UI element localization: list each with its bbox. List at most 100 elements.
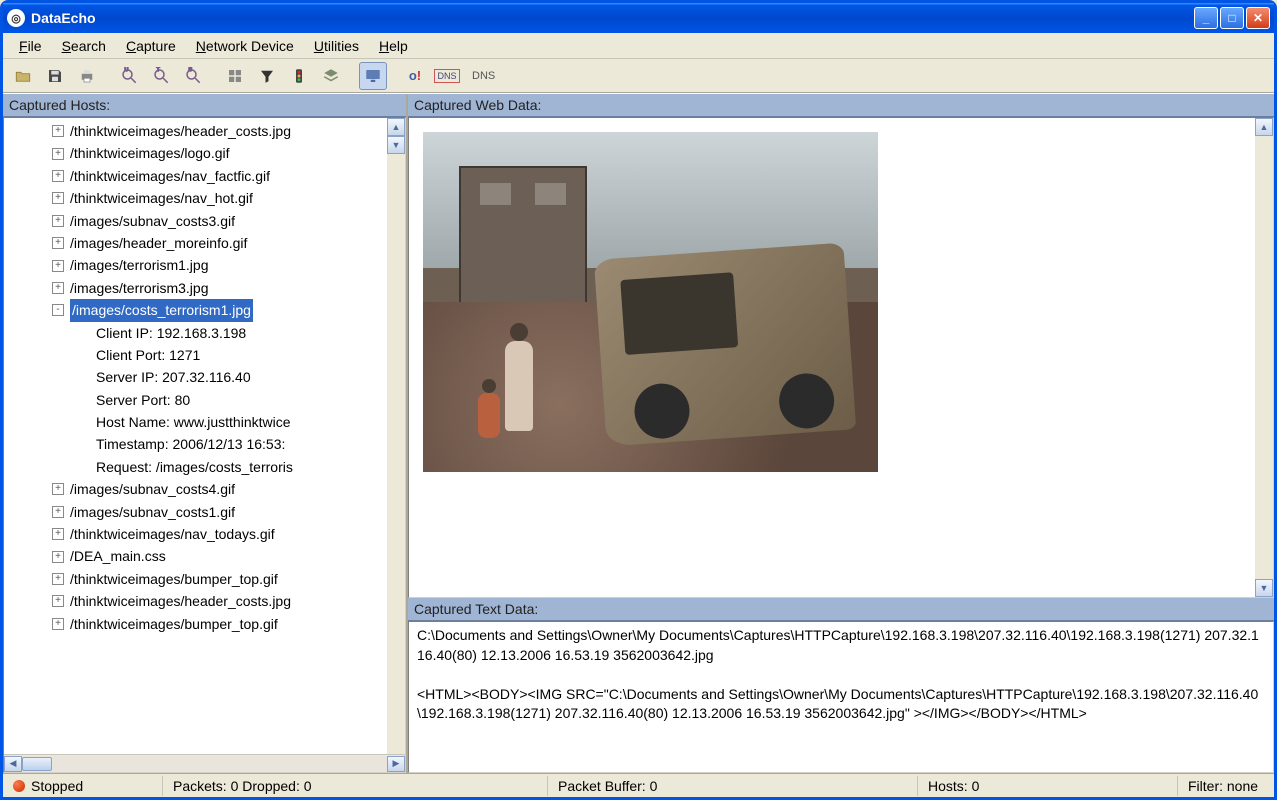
expand-icon[interactable]: + [52, 260, 64, 272]
svg-text:S: S [189, 67, 193, 73]
grid-icon[interactable] [221, 62, 249, 90]
tree-detail[interactable]: Client IP: 192.168.3.198 [4, 322, 387, 344]
right-pane: Captured Web Data: ▲ ▼ Captured Text Dat… [408, 94, 1274, 773]
minimize-button[interactable]: _ [1194, 7, 1218, 29]
image-viewport[interactable] [409, 118, 1255, 597]
open-icon[interactable] [9, 62, 37, 90]
status-state-label: Stopped [31, 778, 83, 794]
tree-detail[interactable]: Client Port: 1271 [4, 344, 387, 366]
expand-icon[interactable]: + [52, 148, 64, 160]
tree-item-label: /images/subnav_costs4.gif [70, 478, 235, 500]
tree-item[interactable]: + /images/header_moreinfo.gif [4, 232, 387, 254]
tree-item-label: /images/costs_terrorism1.jpg [70, 299, 253, 321]
tree-item[interactable]: +/thinktwiceimages/nav_factfic.gif [4, 165, 387, 187]
tree-item-label: /thinktwiceimages/header_costs.jpg [70, 120, 291, 142]
tree-vertical-scrollbar[interactable]: ▲ ▼ [387, 118, 405, 754]
tree-item-label: /DEA_main.css [70, 545, 166, 567]
expand-icon[interactable]: + [52, 215, 64, 227]
tree-detail[interactable]: Server Port: 80 [4, 389, 387, 411]
tree-detail[interactable]: Server IP: 207.32.116.40 [4, 366, 387, 388]
magnifier-u-icon[interactable]: U [115, 62, 143, 90]
menu-file[interactable]: File [9, 35, 52, 57]
expand-icon[interactable]: + [52, 237, 64, 249]
captured-text-area[interactable]: C:\Documents and Settings\Owner\My Docum… [408, 621, 1274, 773]
hosts-tree[interactable]: +/thinktwiceimages/header_costs.jpg+/thi… [4, 118, 387, 754]
tree-detail[interactable]: Request: /images/costs_terroris [4, 456, 387, 478]
status-hosts: Hosts: 0 [918, 776, 1178, 796]
web-data-panel: ▲ ▼ [408, 117, 1274, 598]
tree-item-label: /images/header_moreinfo.gif [70, 232, 247, 254]
tree-item[interactable]: +/images/subnav_costs3.gif [4, 210, 387, 232]
expand-icon[interactable]: + [52, 170, 64, 182]
main-content: Captured Hosts: +/thinktwiceimages/heade… [3, 93, 1274, 773]
expand-icon[interactable]: + [52, 573, 64, 585]
traffic-light-icon[interactable] [285, 62, 313, 90]
web-data-panel-header: Captured Web Data: [408, 94, 1274, 117]
menu-network-device[interactable]: Network Device [186, 35, 304, 57]
tree-detail[interactable]: Timestamp: 2006/12/13 16:53: [4, 433, 387, 455]
expand-icon[interactable]: + [52, 506, 64, 518]
close-button[interactable]: ✕ [1246, 7, 1270, 29]
image-vertical-scrollbar[interactable]: ▲ ▼ [1255, 118, 1273, 597]
status-filter: Filter: none [1178, 776, 1274, 796]
expand-icon[interactable]: + [52, 282, 64, 294]
layers-icon[interactable] [317, 62, 345, 90]
tree-item[interactable]: +/thinktwiceimages/nav_todays.gif [4, 523, 387, 545]
scroll-left-icon[interactable]: ◀ [4, 756, 22, 772]
tree-item[interactable]: +/images/terrorism3.jpg [4, 277, 387, 299]
magnifier-t-icon[interactable]: T [147, 62, 175, 90]
magnifier-s-icon[interactable]: S [179, 62, 207, 90]
tree-item[interactable]: +/thinktwiceimages/header_costs.jpg [4, 590, 387, 612]
scroll-up-icon[interactable]: ▲ [387, 118, 405, 136]
tree-item-label: /thinktwiceimages/nav_hot.gif [70, 187, 253, 209]
scroll-thumb[interactable] [22, 757, 52, 771]
tree-detail[interactable]: Host Name: www.justthinktwice [4, 411, 387, 433]
tree-item-label: /images/terrorism1.jpg [70, 254, 209, 276]
alert-icon[interactable]: o! [401, 62, 429, 90]
stopped-icon [13, 780, 25, 792]
tree-item[interactable]: + /DEA_main.css [4, 545, 387, 567]
maximize-button[interactable]: □ [1220, 7, 1244, 29]
scroll-up-icon[interactable]: ▲ [1255, 118, 1273, 136]
scroll-down-icon[interactable]: ▼ [1255, 579, 1273, 597]
expand-icon[interactable]: + [52, 551, 64, 563]
tree-item[interactable]: -/images/costs_terrorism1.jpg [4, 299, 387, 321]
toolbar: U T S o! DNS DNS [3, 59, 1274, 93]
expand-icon[interactable]: + [52, 595, 64, 607]
tree-item[interactable]: + /images/terrorism1.jpg [4, 254, 387, 276]
tree-item[interactable]: + /thinktwiceimages/header_costs.jpg [4, 120, 387, 142]
expand-icon[interactable]: + [52, 483, 64, 495]
menu-capture[interactable]: Capture [116, 35, 186, 57]
collapse-icon[interactable]: - [52, 304, 64, 316]
tree-item[interactable]: +/thinktwiceimages/bumper_top.gif [4, 613, 387, 635]
tree-item-label: /thinktwiceimages/bumper_top.gif [70, 568, 278, 590]
tree-item[interactable]: + /thinktwiceimages/bumper_top.gif [4, 568, 387, 590]
left-pane: Captured Hosts: +/thinktwiceimages/heade… [3, 94, 408, 773]
tree-item[interactable]: + /images/subnav_costs4.gif [4, 478, 387, 500]
scroll-down-icon[interactable]: ▼ [387, 136, 405, 154]
expand-icon[interactable]: + [52, 192, 64, 204]
svg-text:U: U [125, 67, 129, 73]
tree-item-label: /images/subnav_costs1.gif [70, 501, 235, 523]
scroll-right-icon[interactable]: ▶ [387, 756, 405, 772]
tree-item[interactable]: + /thinktwiceimages/nav_hot.gif [4, 187, 387, 209]
text-data-panel-header: Captured Text Data: [408, 598, 1274, 621]
print-icon[interactable] [73, 62, 101, 90]
tree-horizontal-scrollbar[interactable]: ◀ ▶ [4, 754, 405, 772]
save-icon[interactable] [41, 62, 69, 90]
monitor-icon[interactable] [359, 62, 387, 90]
expand-icon[interactable]: + [52, 618, 64, 630]
dns-label-button[interactable]: DNS [465, 62, 502, 90]
tree-item[interactable]: + /images/subnav_costs1.gif [4, 501, 387, 523]
menu-utilities[interactable]: Utilities [304, 35, 369, 57]
funnel-icon[interactable] [253, 62, 281, 90]
status-buffer: Packet Buffer: 0 [548, 776, 918, 796]
tree-container: +/thinktwiceimages/header_costs.jpg+/thi… [3, 117, 406, 773]
tree-item[interactable]: +/thinktwiceimages/logo.gif [4, 142, 387, 164]
menu-help[interactable]: Help [369, 35, 418, 57]
expand-icon[interactable]: + [52, 125, 64, 137]
dns-box-icon[interactable]: DNS [433, 62, 461, 90]
menu-bar: File Search Capture Network Device Utili… [3, 33, 1274, 59]
expand-icon[interactable]: + [52, 528, 64, 540]
menu-search[interactable]: Search [52, 35, 116, 57]
